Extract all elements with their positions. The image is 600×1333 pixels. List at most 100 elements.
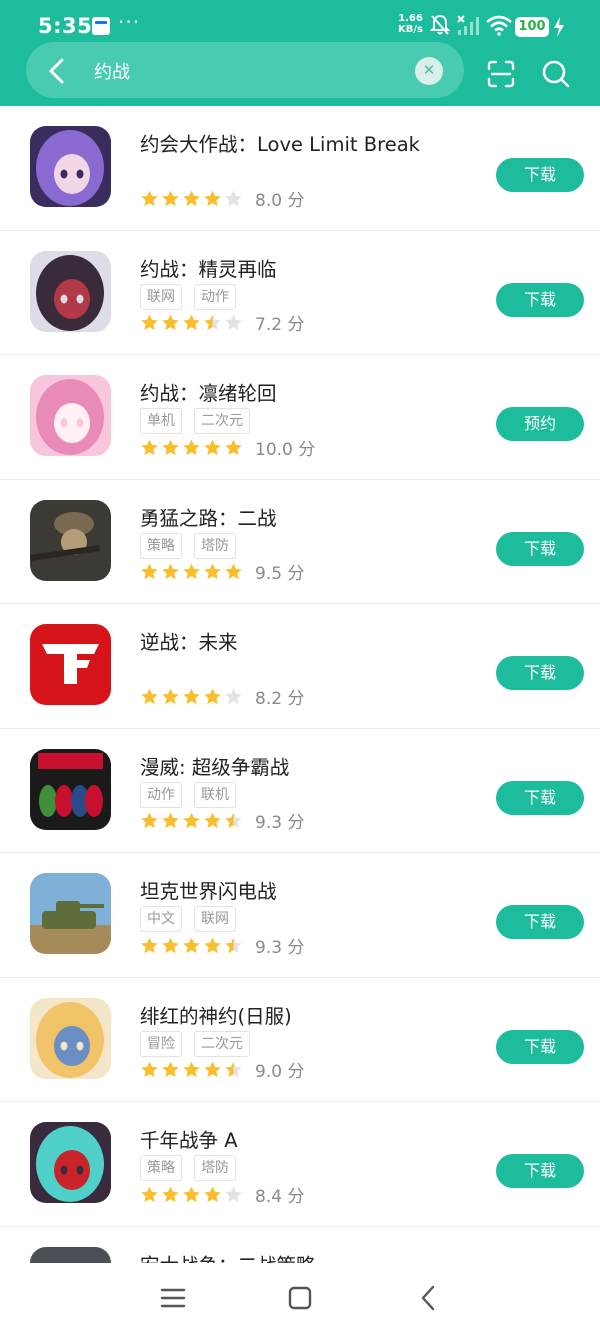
search-icon[interactable] <box>541 59 571 89</box>
app-list-item[interactable]: 约战：凛绪轮回 单机 二次元 10.0 分 预约 <box>0 355 600 480</box>
app-tag: 策略 <box>140 1155 182 1181</box>
red-logo-icon[interactable] <box>30 624 111 705</box>
app-tag: 联网 <box>194 906 236 932</box>
download-button[interactable]: 下载 <box>496 158 584 192</box>
star-icon <box>204 1061 221 1078</box>
app-title: 约会大作战：Love Limit Break <box>140 133 420 156</box>
back-icon[interactable] <box>414 1283 444 1313</box>
battery-level: 100 <box>515 17 549 37</box>
star-icon <box>183 190 200 206</box>
star-icon <box>225 812 242 829</box>
app-rating: 8.2 分 <box>140 686 305 709</box>
soldier-rifle-icon[interactable] <box>30 499 111 581</box>
scan-icon[interactable] <box>486 59 516 89</box>
anime-girl-pink-icon[interactable] <box>30 375 111 456</box>
star-icon <box>141 190 158 206</box>
network-speed-value: 1.66 <box>398 13 423 24</box>
status-time: 5:35 <box>38 14 93 38</box>
app-tags: 动作 联机 <box>140 781 236 808</box>
notification-app-icon <box>92 17 110 35</box>
star-icon <box>183 1061 200 1078</box>
app-title: 约战：精灵再临 <box>140 257 277 281</box>
download-button[interactable]: 下载 <box>496 780 584 815</box>
star-icon <box>183 1186 200 1202</box>
star-icon <box>162 314 179 331</box>
star-icon <box>162 563 179 580</box>
star-icon <box>225 1186 242 1202</box>
rating-score: 8.2 分 <box>255 688 305 709</box>
rating-score: 9.0 分 <box>255 1062 305 1082</box>
star-icon <box>204 688 221 704</box>
app-title: 坦克世界闪电战 <box>140 880 277 903</box>
app-list-item[interactable]: 漫威: 超级争霸战 动作 联机 9.3 分 下载 <box>0 729 600 853</box>
app-list-item[interactable]: 坦克世界闪电战 中文 联网 9.3 分 下载 <box>0 853 600 978</box>
app-tag: 联网 <box>140 283 182 310</box>
rating-score: 9.5 分 <box>255 564 305 584</box>
marvel-heroes-icon[interactable] <box>30 748 111 830</box>
clear-search-button[interactable]: ✕ <box>415 57 443 85</box>
star-icon <box>141 314 158 331</box>
rating-stars <box>140 936 243 955</box>
star-icon <box>204 190 221 206</box>
search-input[interactable] <box>94 57 394 85</box>
rating-score: 10.0 分 <box>255 439 316 460</box>
app-list-item[interactable]: 逆战：未来 8.2 分 下载 <box>0 604 600 729</box>
list-item[interactable]: 宏大战争：二战策略 <box>0 1227 600 1264</box>
app-list-item[interactable]: 约战：精灵再临 联网 动作 7.2 分 下载 <box>0 231 600 355</box>
download-button[interactable]: 下载 <box>496 1029 584 1064</box>
download-button[interactable]: 下载 <box>496 531 584 566</box>
app-tag: 二次元 <box>194 408 250 434</box>
network-speed: 1.66 KB/s <box>398 13 423 35</box>
app-tags: 单机 二次元 <box>140 408 250 434</box>
star-icon <box>225 314 242 331</box>
status-bar: 5:35 ··· 1.66 KB/s 100 <box>0 0 600 48</box>
app-rating: 9.0 分 <box>140 1060 305 1082</box>
star-icon <box>183 314 200 331</box>
download-button[interactable]: 下载 <box>496 656 584 690</box>
star-icon <box>162 190 179 206</box>
rating-score: 7.2 分 <box>255 315 305 335</box>
app-list-item[interactable]: 绯红的神约(日服) 冒险 二次元 9.0 分 下载 <box>0 978 600 1102</box>
home-icon[interactable] <box>285 1283 315 1313</box>
menu-icon[interactable] <box>158 1283 188 1313</box>
star-icon <box>204 439 221 455</box>
search-results-list[interactable]: 约会大作战：Love Limit Break 8.0 分下载 约战：精灵再临 联网 动作… <box>0 106 600 1263</box>
download-button[interactable]: 下载 <box>496 282 584 317</box>
star-icon <box>141 812 158 829</box>
app-header: 5:35 ··· 1.66 KB/s 100 约战 ✕ <box>0 0 600 106</box>
app-tag: 冒险 <box>140 1030 182 1057</box>
app-title: 宏大战争：二战策略 <box>140 1249 316 1264</box>
star-icon <box>141 1061 158 1078</box>
app-title: 千年战争 A <box>140 1129 238 1152</box>
app-tags: 策略 塔防 <box>140 1155 236 1181</box>
app-list-item[interactable]: 千年战争 A 策略 塔防 8.4 分 下载 <box>0 1102 600 1227</box>
rating-score: 9.3 分 <box>255 937 305 958</box>
star-icon <box>204 314 221 331</box>
app-icon[interactable] <box>30 1246 111 1263</box>
app-list-item[interactable]: 约会大作战：Love Limit Break 8.0 分 下载 <box>0 106 600 231</box>
anime-pair-icon[interactable] <box>30 250 111 332</box>
tank-icon[interactable] <box>30 873 111 954</box>
star-icon <box>183 812 200 829</box>
download-button[interactable]: 下载 <box>496 1154 584 1188</box>
anime-teal-hair-icon[interactable] <box>30 1122 111 1203</box>
star-icon <box>162 937 179 953</box>
signal-icon <box>457 15 479 35</box>
app-list-item[interactable]: 勇猛之路：二战 策略 塔防 9.5 分 下载 <box>0 480 600 604</box>
star-icon <box>162 688 179 704</box>
star-icon <box>225 937 242 953</box>
star-icon <box>204 812 221 829</box>
network-speed-unit: KB/s <box>398 24 423 35</box>
app-rating: 7.2 分 <box>140 313 305 335</box>
reserve-button[interactable]: 预约 <box>496 407 584 441</box>
app-tags: 策略 塔防 <box>140 532 236 559</box>
anime-blonde-icon[interactable] <box>30 997 111 1079</box>
star-icon <box>141 937 158 953</box>
download-button[interactable]: 下载 <box>496 905 584 939</box>
star-icon <box>204 1186 221 1202</box>
app-tags: 中文 联网 <box>140 906 236 932</box>
star-icon <box>225 190 242 206</box>
anime-girl-purple-icon[interactable] <box>30 126 111 207</box>
back-arrow-icon[interactable] <box>44 56 70 86</box>
wifi-icon <box>486 15 512 36</box>
